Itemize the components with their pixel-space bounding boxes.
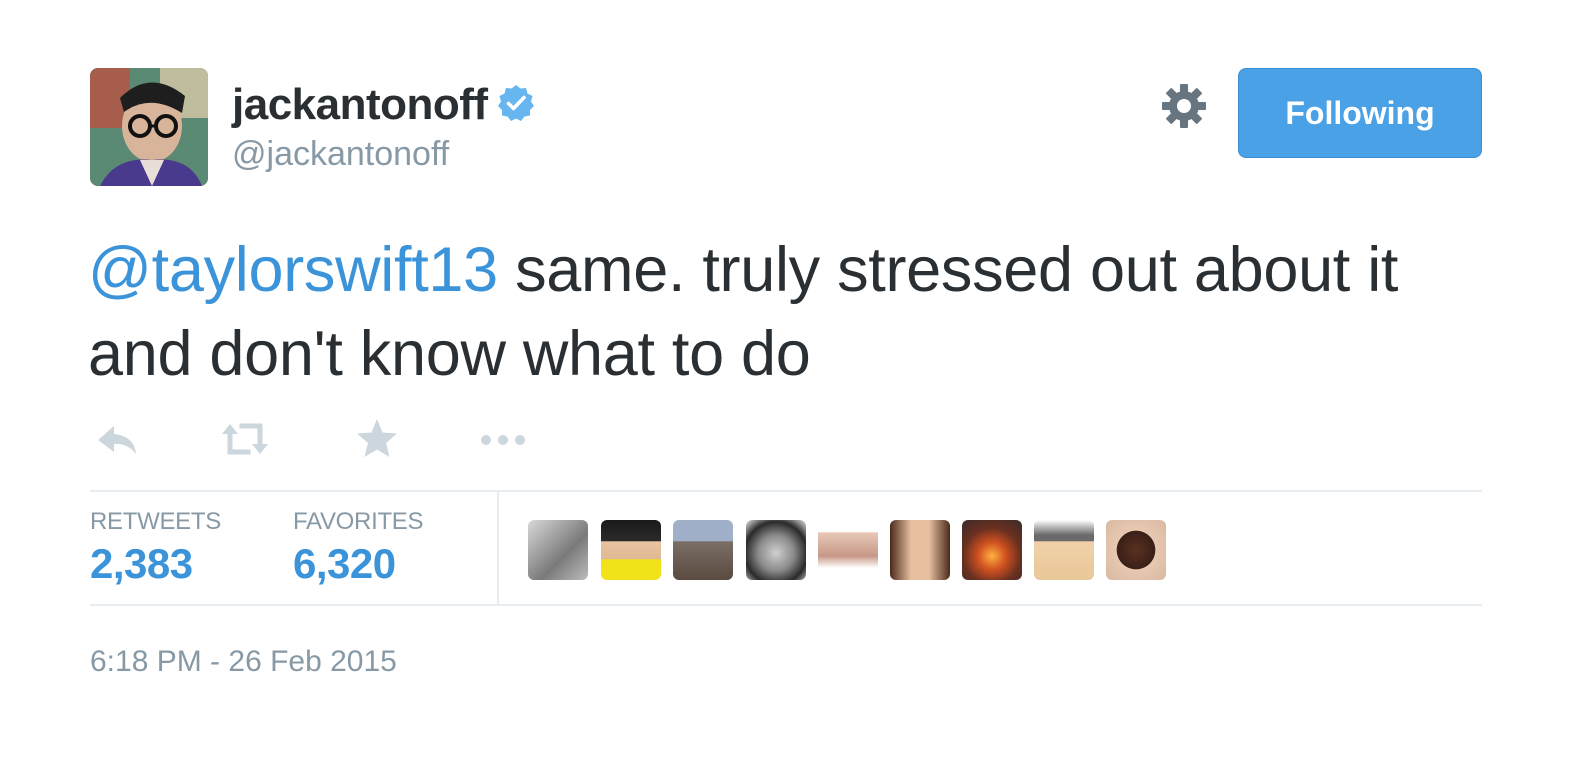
mention-link[interactable]: @taylorswift13 (88, 235, 498, 305)
avatar[interactable] (90, 68, 208, 186)
retweets-count: 2,383 (90, 540, 193, 587)
verified-badge-icon (497, 85, 534, 121)
favoriter-avatar[interactable] (746, 520, 806, 580)
favoriter-avatar[interactable] (1106, 520, 1166, 580)
favorites-stat[interactable]: FAVORITES 6,320 (293, 508, 424, 590)
tweet-card: jackantonoff @jackantonoff Following @ta… (88, 66, 1482, 706)
tweet-timestamp[interactable]: 6:18 PM - 26 Feb 2015 (90, 644, 397, 680)
retweets-stat[interactable]: RETWEETS 2,383 (90, 508, 221, 590)
favoriter-avatar[interactable] (818, 520, 878, 580)
favoriter-avatar[interactable] (890, 520, 950, 580)
favoriter-avatar[interactable] (673, 520, 733, 580)
tweet-stats: RETWEETS 2,383 FAVORITES 6,320 (90, 490, 1482, 606)
retweets-label: RETWEETS (90, 508, 221, 535)
favoriter-avatar[interactable] (528, 520, 588, 580)
favorites-count: 6,320 (293, 540, 396, 587)
user-info[interactable]: jackantonoff @jackantonoff (232, 80, 536, 174)
favoriter-avatar[interactable] (962, 520, 1022, 580)
favoriter-avatar[interactable] (1034, 520, 1094, 580)
reply-icon[interactable] (92, 414, 142, 464)
user-handle[interactable]: @jackantonoff (232, 134, 536, 174)
gear-icon[interactable] (1160, 82, 1208, 130)
following-button[interactable]: Following (1238, 68, 1482, 158)
favorite-star-icon[interactable] (352, 414, 402, 464)
favoriter-avatar[interactable] (601, 520, 661, 580)
favorites-label: FAVORITES (293, 508, 424, 535)
retweet-icon[interactable] (220, 414, 270, 464)
stats-divider (497, 492, 499, 606)
user-full-name[interactable]: jackantonoff (232, 80, 488, 130)
tweet-text: @taylorswift13 same. truly stressed out … (88, 228, 1488, 396)
more-ellipsis-icon[interactable] (478, 414, 528, 464)
